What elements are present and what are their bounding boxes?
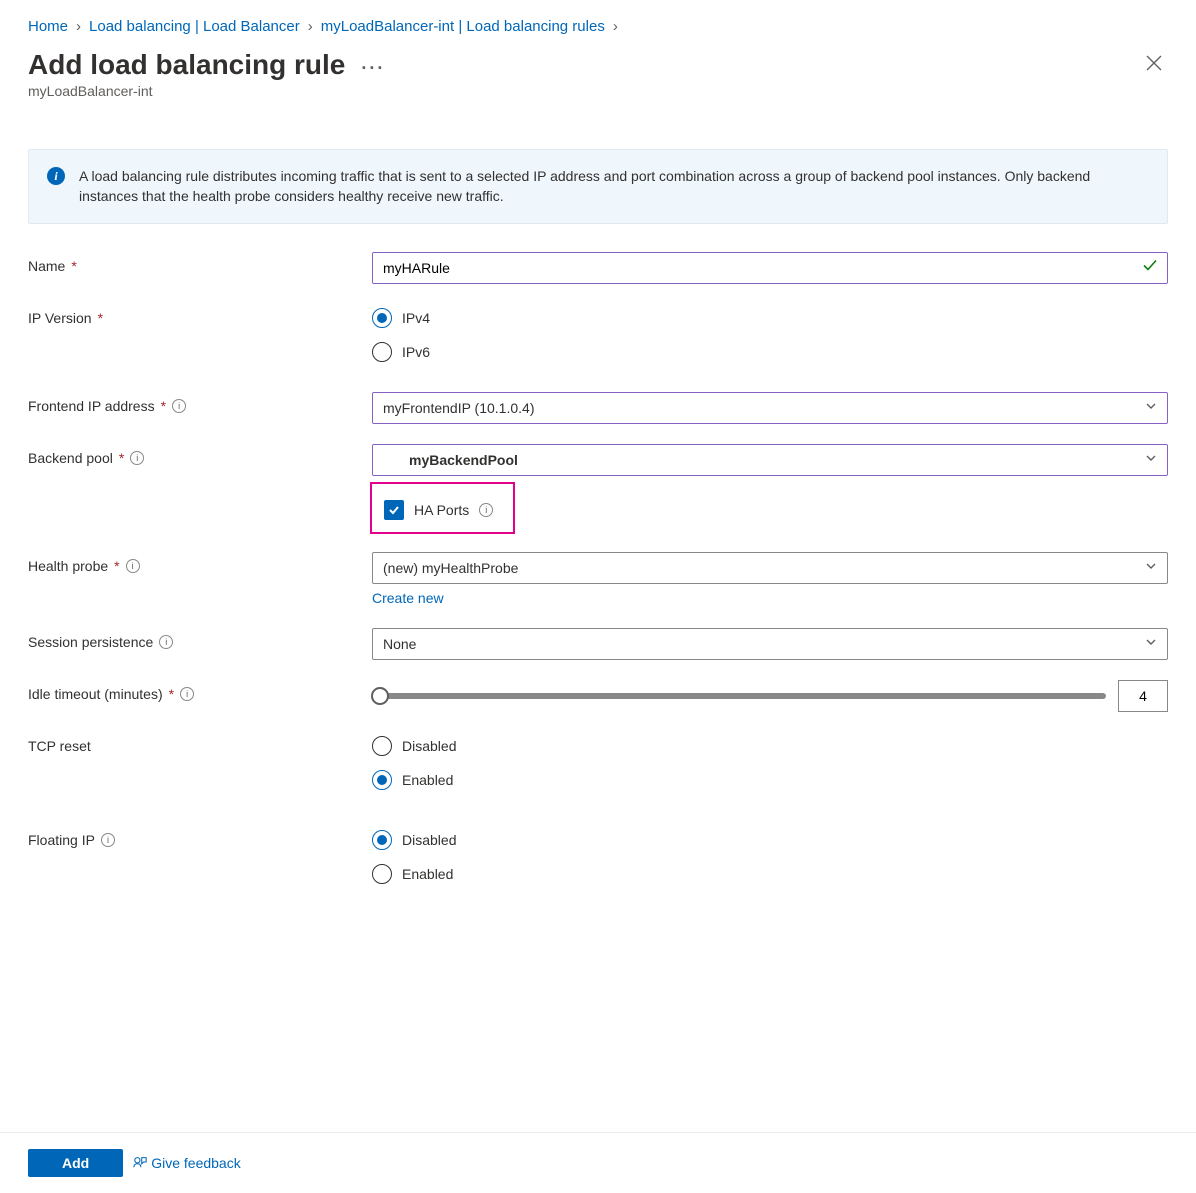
session-persistence-value: None (383, 636, 416, 652)
breadcrumb-home[interactable]: Home (28, 18, 68, 35)
radio-floating-enabled-label: Enabled (402, 866, 453, 882)
help-icon[interactable]: i (126, 559, 140, 573)
checkbox-checked-icon (384, 500, 404, 520)
page-subtitle: myLoadBalancer-int (28, 83, 385, 99)
label-name: Name (28, 258, 65, 274)
chevron-down-icon (1145, 400, 1157, 415)
label-ip-version: IP Version (28, 310, 92, 326)
give-feedback-link[interactable]: Give feedback (133, 1155, 241, 1172)
radio-floating-disabled[interactable]: Disabled (372, 830, 1168, 850)
help-icon[interactable]: i (180, 687, 194, 701)
required-asterisk: * (114, 558, 119, 574)
radio-ipv4-label: IPv4 (402, 310, 430, 326)
close-button[interactable] (1140, 49, 1168, 82)
page-title: Add load balancing rule (28, 49, 345, 81)
radio-ipv4[interactable]: IPv4 (372, 308, 1168, 328)
give-feedback-label: Give feedback (151, 1155, 241, 1171)
frontend-ip-select[interactable]: myFrontendIP (10.1.0.4) (372, 392, 1168, 424)
radio-floating-enabled[interactable]: Enabled (372, 864, 1168, 884)
breadcrumb-lb-list[interactable]: Load balancing | Load Balancer (89, 18, 300, 35)
help-icon[interactable]: i (159, 635, 173, 649)
radio-ipv6-label: IPv6 (402, 344, 430, 360)
help-icon[interactable]: i (130, 451, 144, 465)
help-icon[interactable]: i (172, 399, 186, 413)
ha-ports-checkbox[interactable]: HA Ports i (384, 500, 493, 520)
label-backend-pool: Backend pool (28, 450, 113, 466)
required-asterisk: * (98, 310, 103, 326)
chevron-right-icon: › (76, 18, 81, 35)
create-new-link[interactable]: Create new (372, 590, 444, 606)
idle-timeout-slider[interactable] (372, 693, 1106, 699)
chevron-down-icon (1145, 452, 1157, 467)
add-button[interactable]: Add (28, 1149, 123, 1177)
info-banner: i A load balancing rule distributes inco… (28, 149, 1168, 224)
radio-icon (372, 736, 392, 756)
tcp-reset-radio-group: Disabled Enabled (372, 732, 1168, 790)
radio-icon (372, 830, 392, 850)
label-health-probe: Health probe (28, 558, 108, 574)
radio-icon (372, 770, 392, 790)
label-frontend-ip: Frontend IP address (28, 398, 155, 414)
info-icon: i (47, 167, 65, 185)
backend-pool-select[interactable]: myBackendPool (372, 444, 1168, 476)
breadcrumb-lb-instance[interactable]: myLoadBalancer-int | Load balancing rule… (321, 18, 605, 35)
breadcrumb: Home › Load balancing | Load Balancer › … (28, 18, 1168, 35)
chevron-down-icon (1145, 636, 1157, 651)
label-session-persistence: Session persistence (28, 634, 153, 650)
health-probe-value: (new) myHealthProbe (383, 560, 518, 576)
feedback-icon (133, 1155, 147, 1172)
required-asterisk: * (71, 258, 76, 274)
valid-check-icon (1142, 257, 1158, 278)
help-icon[interactable]: i (101, 833, 115, 847)
floating-ip-radio-group: Disabled Enabled (372, 826, 1168, 884)
radio-tcp-disabled[interactable]: Disabled (372, 736, 1168, 756)
more-actions-button[interactable]: ··· (361, 52, 385, 79)
label-idle-timeout: Idle timeout (minutes) (28, 686, 163, 702)
radio-tcp-enabled[interactable]: Enabled (372, 770, 1168, 790)
radio-icon (372, 308, 392, 328)
chevron-down-icon (1145, 560, 1157, 575)
label-floating-ip: Floating IP (28, 832, 95, 848)
name-input[interactable] (372, 252, 1168, 284)
health-probe-select[interactable]: (new) myHealthProbe (372, 552, 1168, 584)
required-asterisk: * (169, 686, 174, 702)
label-tcp-reset: TCP reset (28, 738, 91, 754)
backend-pool-value: myBackendPool (409, 452, 518, 468)
info-text: A load balancing rule distributes incomi… (79, 166, 1149, 207)
highlight-marker: HA Ports i (370, 482, 515, 534)
radio-tcp-disabled-label: Disabled (402, 738, 456, 754)
help-icon[interactable]: i (479, 503, 493, 517)
radio-tcp-enabled-label: Enabled (402, 772, 453, 788)
ip-version-radio-group: IPv4 IPv6 (372, 304, 1168, 362)
ha-ports-label: HA Ports (414, 502, 469, 518)
radio-floating-disabled-label: Disabled (402, 832, 456, 848)
session-persistence-select[interactable]: None (372, 628, 1168, 660)
slider-thumb[interactable] (371, 687, 389, 705)
chevron-right-icon: › (308, 18, 313, 35)
radio-icon (372, 342, 392, 362)
frontend-ip-value: myFrontendIP (10.1.0.4) (383, 400, 534, 416)
footer-bar: Add Give feedback (0, 1132, 1196, 1193)
required-asterisk: * (161, 398, 166, 414)
chevron-right-icon: › (613, 18, 618, 35)
radio-ipv6[interactable]: IPv6 (372, 342, 1168, 362)
radio-icon (372, 864, 392, 884)
idle-timeout-input[interactable] (1118, 680, 1168, 712)
required-asterisk: * (119, 450, 124, 466)
